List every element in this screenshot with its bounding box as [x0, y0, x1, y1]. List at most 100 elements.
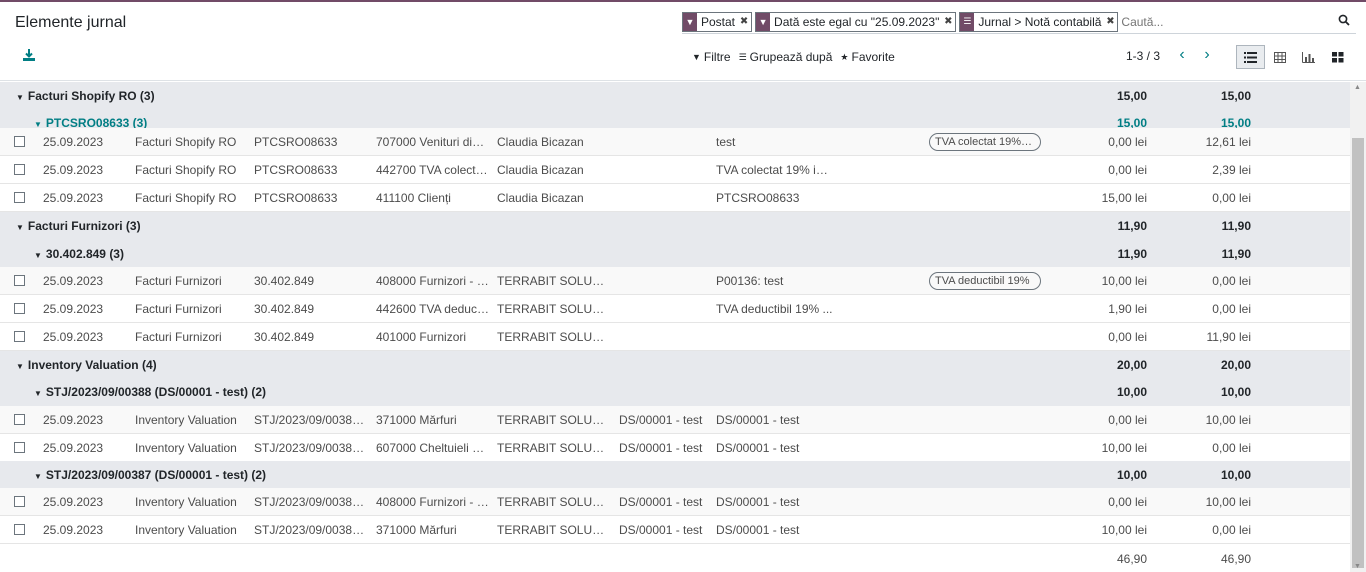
cell-credit: 10,00 lei	[1205, 412, 1251, 427]
caret-down-icon: ▼	[34, 389, 42, 398]
group-row[interactable]: ▼ Facturi Shopify RO (3) 15,00 15,00	[0, 82, 1350, 109]
row-checkbox[interactable]	[14, 331, 25, 342]
group-row[interactable]: ▼ STJ/2023/09/00388 (DS/00001 - test) (2)…	[0, 378, 1350, 406]
group-header: ▼ STJ/2023/09/00388 (DS/00001 - test) (2)	[34, 385, 266, 399]
table-row[interactable]: 25.09.2023 Inventory Valuation STJ/2023/…	[0, 406, 1350, 434]
group-credit: 20,00	[1220, 358, 1251, 372]
table-row[interactable]: 25.09.2023 Inventory Valuation STJ/2023/…	[0, 434, 1350, 462]
table-row[interactable]: 25.09.2023 Facturi Furnizori 30.402.849 …	[0, 295, 1350, 323]
cell-journal: Facturi Furnizori	[135, 301, 222, 316]
vertical-scrollbar[interactable]: ▲ ▼	[1350, 82, 1366, 572]
search-panel-options: ▼ Filtre ☰ Grupează după ★ Favorite	[692, 50, 895, 64]
row-checkbox[interactable]	[14, 524, 25, 535]
cell-partner: Claudia Bicazan	[497, 134, 584, 149]
caret-down-icon: ▼	[16, 362, 24, 371]
cell-journal: Facturi Shopify RO	[135, 162, 237, 177]
kanban-view-button[interactable]	[1323, 45, 1352, 69]
cell-date: 25.09.2023	[43, 329, 104, 344]
row-checkbox[interactable]	[14, 414, 25, 425]
cell-partner: TERRABIT SOLUTIONS SRL	[497, 412, 611, 427]
table-row[interactable]: 25.09.2023 Facturi Shopify RO PTCSRO0863…	[0, 128, 1350, 156]
row-checkbox[interactable]	[14, 442, 25, 453]
row-checkbox[interactable]	[14, 275, 25, 286]
group-label: STJ/2023/09/00387 (DS/00001 - test) (2)	[45, 468, 267, 482]
pager-previous-button[interactable]: ‹	[1175, 46, 1189, 64]
group-credit: 11,90	[1221, 219, 1251, 233]
scroll-down-icon[interactable]: ▼	[1354, 563, 1361, 570]
group-by-dropdown-button[interactable]: ☰ Grupează după	[739, 50, 833, 64]
total-credit: 46,90	[1220, 552, 1251, 566]
cell-date: 25.09.2023	[43, 301, 104, 316]
row-checkbox[interactable]	[14, 136, 25, 147]
cell-debit: 0,00 lei	[1108, 412, 1147, 427]
cell-label: DS/00001 - test	[716, 494, 800, 509]
facet-label: Jurnal > Notă contabilă	[978, 14, 1102, 29]
cell-credit: 11,90 lei	[1206, 329, 1251, 344]
caret-down-icon: ▼	[34, 251, 42, 260]
pager-next-button[interactable]: ›	[1200, 46, 1214, 64]
search-icon[interactable]	[1338, 14, 1350, 26]
pivot-view-button[interactable]	[1265, 45, 1294, 69]
group-debit: 10,00	[1116, 468, 1147, 482]
cell-reference: DS/00001 - test	[619, 522, 703, 537]
cell-label: DS/00001 - test	[716, 440, 800, 455]
table-row[interactable]: 25.09.2023 Inventory Valuation STJ/2023/…	[0, 516, 1350, 544]
group-row[interactable]: ▼ Inventory Valuation (4) 20,00 20,00	[0, 351, 1350, 379]
remove-facet-button[interactable]: ✖	[739, 16, 751, 27]
group-credit: 11,90	[1221, 247, 1251, 261]
scroll-up-icon[interactable]: ▲	[1354, 84, 1361, 91]
cell-label: TVA deductibil 19% ...	[716, 301, 833, 316]
group-debit: 15,00	[1116, 88, 1147, 103]
cell-credit: 10,00 lei	[1205, 494, 1251, 509]
cell-reference: DS/00001 - test	[619, 494, 703, 509]
cell-date: 25.09.2023	[43, 522, 104, 537]
row-checkbox[interactable]	[14, 192, 25, 203]
pager-value[interactable]: 1-3 / 3	[1126, 49, 1160, 63]
facet-label: Postat	[701, 14, 736, 29]
group-label: STJ/2023/09/00388 (DS/00001 - test) (2)	[45, 385, 267, 399]
cell-account: 442600 TVA deductibilă	[376, 301, 490, 316]
row-checkbox[interactable]	[14, 303, 25, 314]
list-view: ▼ Facturi Shopify RO (3) 15,00 15,00 ▼ PTC…	[0, 82, 1350, 572]
scrollbar-thumb[interactable]	[1352, 138, 1364, 568]
graph-view-button[interactable]	[1294, 45, 1323, 69]
cell-account: 411100 Clienți	[376, 190, 451, 205]
table-row[interactable]: 25.09.2023 Inventory Valuation STJ/2023/…	[0, 488, 1350, 516]
cell-move: PTCSRO08633	[254, 190, 338, 205]
row-checkbox[interactable]	[14, 496, 25, 507]
search-facet-groupby: ☰ Jurnal > Notă contabilă ✖	[959, 11, 1119, 32]
control-panel: Elemente jurnal ▼ Postat ✖ ▼ Dată este e…	[0, 2, 1366, 81]
cell-debit: 0,00 lei	[1108, 162, 1147, 177]
cell-journal: Inventory Valuation	[135, 412, 237, 427]
cell-date: 25.09.2023	[43, 412, 104, 427]
search-facet-date: ▼ Dată este egal cu "25.09.2023" ✖	[755, 11, 957, 32]
cell-move: STJ/2023/09/00388 (DS/00001 - test)	[254, 412, 368, 427]
row-checkbox[interactable]	[14, 164, 25, 175]
table-row[interactable]: 25.09.2023 Facturi Shopify RO PTCSRO0863…	[0, 184, 1350, 212]
cell-account: 401000 Furnizori	[376, 329, 467, 344]
search-input[interactable]	[1121, 11, 1342, 32]
download-button[interactable]	[22, 48, 38, 64]
group-by-icon: ☰	[960, 12, 975, 31]
remove-facet-button[interactable]: ✖	[1105, 16, 1117, 27]
table-row[interactable]: 25.09.2023 Facturi Shopify RO PTCSRO0863…	[0, 156, 1350, 184]
table-row[interactable]: 25.09.2023 Facturi Furnizori 30.402.849 …	[0, 323, 1350, 351]
cell-journal: Inventory Valuation	[135, 440, 237, 455]
cell-reference: DS/00001 - test	[619, 440, 703, 455]
cell-date: 25.09.2023	[43, 134, 104, 149]
cell-reference: DS/00001 - test	[619, 412, 703, 427]
star-icon: ★	[840, 51, 849, 62]
facet-label: Dată este egal cu "25.09.2023"	[774, 14, 940, 29]
group-header: ▼ 30.402.849 (3)	[34, 247, 124, 261]
table-row[interactable]: 25.09.2023 Facturi Furnizori 30.402.849 …	[0, 267, 1350, 295]
group-credit: 15,00	[1220, 88, 1251, 103]
list-view-button[interactable]	[1236, 45, 1265, 69]
filters-dropdown-button[interactable]: ▼ Filtre	[692, 50, 731, 64]
group-row[interactable]: ▼ Facturi Furnizori (3) 11,90 11,90	[0, 212, 1350, 240]
cell-partner: TERRABIT SOLUTIONS SRL	[497, 301, 611, 316]
remove-facet-button[interactable]: ✖	[943, 16, 955, 27]
group-row[interactable]: ▼ 30.402.849 (3) 11,90 11,90	[0, 240, 1350, 268]
group-header: ▼ Facturi Furnizori (3)	[16, 219, 141, 233]
favorites-dropdown-button[interactable]: ★ Favorite	[840, 50, 894, 64]
group-row[interactable]: ▼ STJ/2023/09/00387 (DS/00001 - test) (2)…	[0, 461, 1350, 489]
